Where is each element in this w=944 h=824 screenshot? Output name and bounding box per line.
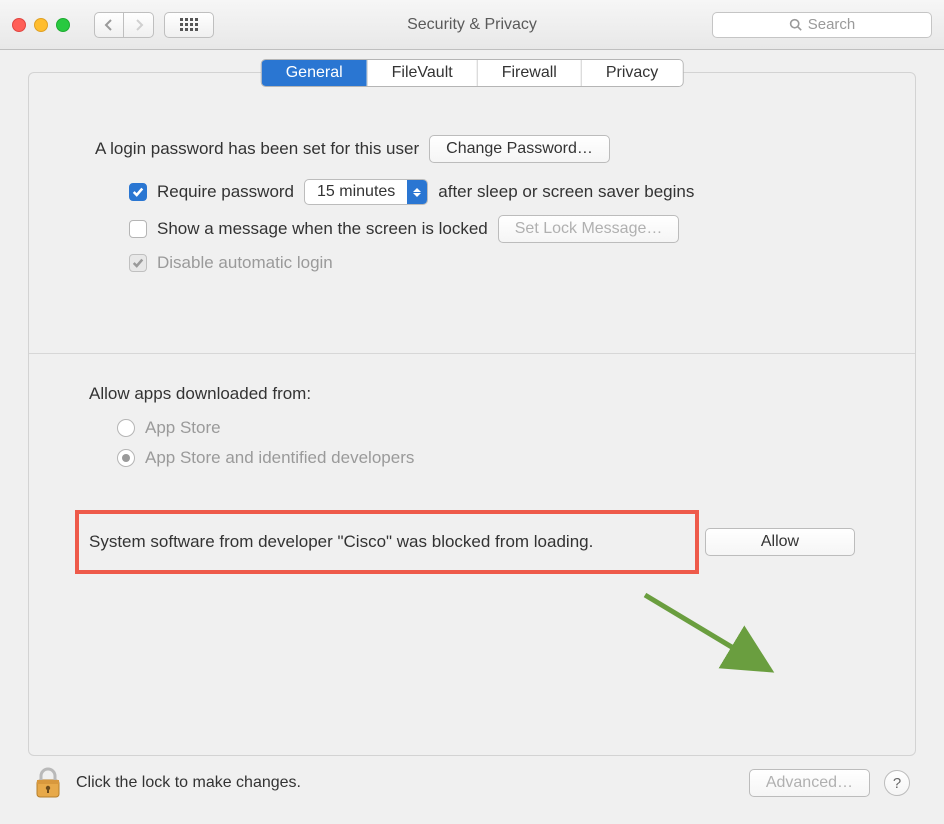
forward-button[interactable] [124,12,154,38]
password-set-row: A login password has been set for this u… [95,135,855,163]
lock-text: Click the lock to make changes. [76,774,735,792]
close-window-icon[interactable] [12,18,26,32]
annotation-arrow-icon [635,585,795,695]
advanced-button[interactable]: Advanced… [749,769,870,797]
show-message-label: Show a message when the screen is locked [157,219,488,239]
disable-autologin-row: Disable automatic login [89,253,855,273]
help-button[interactable]: ? [884,770,910,796]
tab-firewall[interactable]: Firewall [477,60,581,86]
allow-button[interactable]: Allow [705,528,855,556]
show-all-button[interactable] [164,12,214,38]
change-password-button[interactable]: Change Password… [429,135,610,163]
search-icon [789,18,802,31]
tab-privacy[interactable]: Privacy [581,60,682,86]
radio-identified-label: App Store and identified developers [145,448,414,468]
search-placeholder: Search [808,16,856,33]
tab-general[interactable]: General [262,60,367,86]
question-icon: ? [893,775,901,792]
require-password-row: Require password 15 minutes after sleep … [89,179,855,205]
check-icon [132,186,144,198]
window-title: Security & Privacy [407,16,537,34]
main-panel: General FileVault Firewall Privacy A log… [28,72,916,756]
require-password-checkbox[interactable] [129,183,147,201]
radio-appstore [117,419,135,437]
search-input[interactable]: Search [712,12,932,38]
password-set-text: A login password has been set for this u… [95,139,419,159]
chevron-right-icon [134,19,144,31]
check-icon [132,257,144,269]
footer: Click the lock to make changes. Advanced… [28,756,916,810]
toolbar: Security & Privacy Search [0,0,944,50]
radio-identified-row: App Store and identified developers [117,448,855,468]
zoom-window-icon[interactable] [56,18,70,32]
minimize-window-icon[interactable] [34,18,48,32]
grid-icon [180,18,198,31]
after-sleep-text: after sleep or screen saver begins [438,182,694,202]
lock-icon[interactable] [34,766,62,800]
divider [29,353,915,354]
show-message-row: Show a message when the screen is locked… [89,215,855,243]
set-lock-message-button: Set Lock Message… [498,215,680,243]
tab-filevault[interactable]: FileVault [367,60,477,86]
back-button[interactable] [94,12,124,38]
radio-appstore-label: App Store [145,418,221,438]
require-password-label: Require password [157,182,294,202]
content-area: General FileVault Firewall Privacy A log… [0,50,944,824]
nav-group [94,12,154,38]
blocked-software-row: System software from developer "Cisco" w… [89,528,855,556]
blocked-software-text: System software from developer "Cisco" w… [89,532,593,552]
password-delay-select[interactable]: 15 minutes [304,179,428,205]
chevron-left-icon [104,19,114,31]
radio-identified [117,449,135,467]
tab-strip: General FileVault Firewall Privacy [261,59,684,87]
allow-apps-label: Allow apps downloaded from: [89,384,855,404]
disable-autologin-label: Disable automatic login [157,253,333,273]
traffic-lights [12,18,70,32]
password-delay-value: 15 minutes [305,183,407,201]
updown-chevrons-icon [407,180,427,204]
disable-autologin-checkbox [129,254,147,272]
show-message-checkbox[interactable] [129,220,147,238]
radio-appstore-row: App Store [117,418,855,438]
